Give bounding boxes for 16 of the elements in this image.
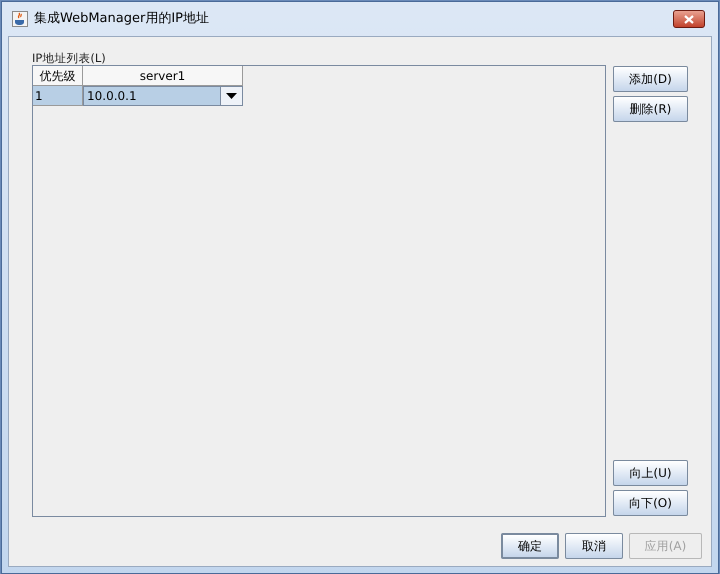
close-icon: [684, 14, 694, 24]
dialog-button[interactable]: 确定: [501, 533, 559, 559]
ip-dropdown[interactable]: 10.0.0.1: [83, 86, 243, 106]
list-label: IP地址列表(L): [32, 51, 107, 65]
column-header[interactable]: 优先级: [33, 66, 83, 86]
dialog-button[interactable]: 向上(U): [613, 460, 688, 486]
column-header[interactable]: server1: [83, 66, 243, 86]
dialog-button[interactable]: 向下(O): [613, 490, 688, 516]
dialog-button[interactable]: 取消: [565, 533, 623, 559]
dropdown-arrow-icon: [226, 93, 237, 99]
close-button[interactable]: [673, 10, 705, 28]
window-title: 集成WebManager用的IP地址: [34, 10, 210, 28]
dialog-button[interactable]: 添加(D): [613, 66, 688, 92]
coffee-cup-icon: [12, 11, 28, 27]
dialog-button[interactable]: 删除(R): [613, 96, 688, 122]
table-cell: 1: [33, 86, 83, 106]
